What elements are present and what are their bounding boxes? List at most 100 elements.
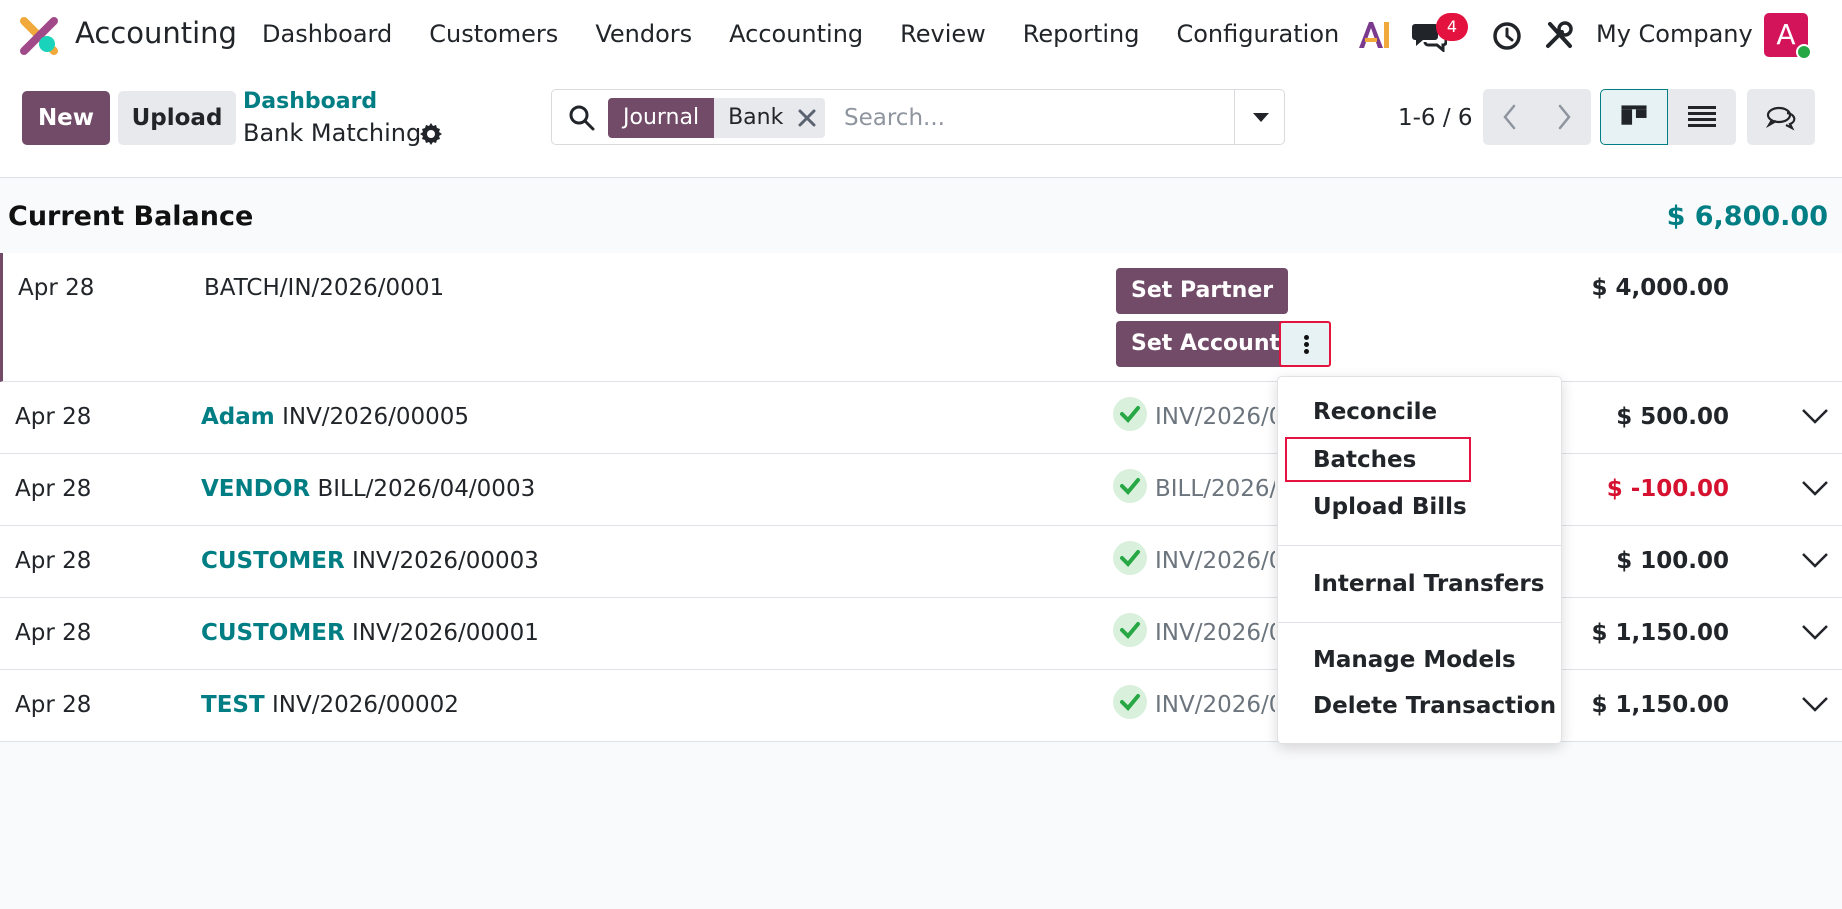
chatter-toggle-button[interactable] — [1747, 89, 1815, 145]
search-input[interactable] — [844, 100, 1264, 136]
check-icon — [1113, 541, 1147, 575]
transaction-row[interactable]: Apr 28 TEST INV/2026/00002 INV/2026/0000… — [0, 670, 1842, 742]
more-actions-button[interactable] — [1279, 321, 1331, 367]
transaction-amount: $ 1,150.00 — [1591, 692, 1729, 718]
transaction-reference: INV/2026/00005 — [282, 404, 469, 430]
activity-clock-icon[interactable] — [1492, 21, 1522, 51]
check-icon — [1113, 397, 1147, 431]
transaction-date: Apr 28 — [15, 620, 92, 646]
ai-icon[interactable] — [1357, 20, 1391, 50]
menu-customers[interactable]: Customers — [429, 20, 558, 48]
menu-item-internal-transfers[interactable]: Internal Transfers — [1313, 571, 1544, 597]
transaction-row[interactable]: Apr 28 CUSTOMER INV/2026/00003 INV/2026/… — [0, 526, 1842, 598]
transaction-label: Adam INV/2026/00005 — [201, 404, 469, 430]
dropdown-divider — [1278, 545, 1561, 546]
transaction-date: Apr 28 — [15, 476, 92, 502]
balance-label: Current Balance — [8, 201, 254, 232]
menu-item-delete-transaction[interactable]: Delete Transaction — [1313, 693, 1556, 719]
transaction-reference: INV/2026/00001 — [351, 620, 539, 646]
accounting-app-logo-icon[interactable] — [20, 17, 58, 55]
search-options-toggle[interactable] — [1234, 90, 1285, 144]
transaction-row[interactable]: Apr 28 VENDOR BILL/2026/04/0003 BILL/202… — [0, 454, 1842, 526]
set-partner-button[interactable]: Set Partner — [1116, 268, 1289, 314]
page-title: Bank Matching — [243, 119, 422, 147]
transaction-label: TEST INV/2026/00002 — [201, 692, 459, 718]
transaction-amount: $ -100.00 — [1606, 476, 1729, 502]
transaction-label: BATCH/IN/2026/0001 — [204, 275, 445, 301]
transaction-row[interactable]: Apr 28 BATCH/IN/2026/0001 Set Partner Se… — [0, 253, 1842, 382]
more-actions-dropdown: Reconcile Batches Upload Bills Internal … — [1277, 376, 1562, 744]
transaction-label: CUSTOMER INV/2026/00003 — [201, 548, 539, 574]
transaction-amount: $ 4,000.00 — [1591, 275, 1729, 301]
check-icon — [1113, 469, 1147, 503]
main-menu: Dashboard Customers Vendors Accounting R… — [262, 20, 1376, 48]
transaction-list: Apr 28 BATCH/IN/2026/0001 Set Partner Se… — [0, 253, 1842, 742]
gear-icon[interactable] — [419, 122, 443, 146]
transaction-partner[interactable]: TEST — [201, 692, 265, 718]
transaction-reference: INV/2026/00003 — [351, 548, 539, 574]
transaction-row[interactable]: Apr 28 Adam INV/2026/00005 INV/2026/0000… — [0, 382, 1842, 454]
transaction-amount: $ 500.00 — [1616, 404, 1729, 430]
check-icon — [1113, 685, 1147, 719]
close-icon[interactable] — [797, 108, 817, 128]
matched-entry: BILL/2026/04/0003 — [1155, 476, 1275, 502]
kebab-dot — [1304, 349, 1309, 354]
chat-bubbles-icon — [1765, 106, 1796, 131]
chevron-down-icon[interactable] — [1800, 622, 1830, 642]
pager-value[interactable]: 1-6 / 6 — [1398, 105, 1473, 131]
facet-label: Journal — [608, 98, 715, 138]
transaction-partner[interactable]: CUSTOMER — [201, 620, 345, 646]
upload-button[interactable]: Upload — [118, 91, 236, 145]
balance-value: $ 6,800.00 — [1666, 201, 1828, 232]
transaction-date: Apr 28 — [15, 404, 92, 430]
pager-previous-button[interactable] — [1483, 89, 1537, 145]
transaction-partner[interactable]: Adam — [201, 404, 275, 430]
transaction-partner[interactable]: CUSTOMER — [201, 548, 345, 574]
transaction-date: Apr 28 — [15, 548, 92, 574]
search-icon[interactable] — [568, 104, 596, 132]
transaction-label: CUSTOMER INV/2026/00001 — [201, 620, 539, 646]
search-bar: Journal Bank — [551, 89, 1285, 145]
transaction-reference: INV/2026/00002 — [271, 692, 459, 718]
menu-item-manage-models[interactable]: Manage Models — [1313, 647, 1516, 673]
transaction-amount: $ 1,150.00 — [1591, 620, 1729, 646]
transaction-reference: BILL/2026/04/0003 — [317, 476, 536, 502]
set-account-button[interactable]: Set Account — [1116, 321, 1296, 367]
list-view-button[interactable] — [1668, 89, 1736, 145]
list-icon — [1688, 106, 1716, 127]
online-status-indicator — [1796, 44, 1812, 60]
chevron-down-icon[interactable] — [1800, 550, 1830, 570]
chevron-down-icon[interactable] — [1800, 478, 1830, 498]
pager-next-button[interactable] — [1537, 89, 1591, 145]
facet-value: Bank — [714, 98, 826, 138]
transaction-partner[interactable]: VENDOR — [201, 476, 310, 502]
menu-review[interactable]: Review — [900, 20, 986, 48]
menu-item-batches[interactable]: Batches — [1313, 447, 1416, 473]
menu-item-upload-bills[interactable]: Upload Bills — [1313, 494, 1467, 520]
notification-badge: 4 — [1436, 13, 1468, 41]
breadcrumb-dashboard-link[interactable]: Dashboard — [243, 89, 377, 114]
dropdown-divider — [1278, 622, 1561, 623]
app-name[interactable]: Accounting — [75, 16, 237, 50]
chevron-down-icon[interactable] — [1800, 406, 1830, 426]
search-facet-journal: Journal Bank — [608, 98, 826, 138]
transaction-label: VENDOR BILL/2026/04/0003 — [201, 476, 535, 502]
top-navbar: Accounting Dashboard Customers Vendors A… — [0, 0, 1842, 72]
transaction-row[interactable]: Apr 28 CUSTOMER INV/2026/00001 INV/2026/… — [0, 598, 1842, 670]
menu-item-reconcile[interactable]: Reconcile — [1313, 399, 1437, 425]
transaction-amount: $ 100.00 — [1616, 548, 1729, 574]
chevron-down-icon[interactable] — [1800, 694, 1830, 714]
facet-value-text: Bank — [728, 105, 784, 130]
menu-accounting[interactable]: Accounting — [729, 20, 863, 48]
menu-dashboard[interactable]: Dashboard — [262, 20, 392, 48]
menu-reporting[interactable]: Reporting — [1023, 20, 1140, 48]
chevron-left-icon — [1503, 104, 1516, 130]
debug-tools-icon[interactable] — [1544, 20, 1574, 50]
company-switcher[interactable]: My Company — [1596, 20, 1753, 48]
menu-vendors[interactable]: Vendors — [595, 20, 692, 48]
new-button[interactable]: New — [22, 91, 110, 145]
matched-entry: INV/2026/00002 — [1155, 692, 1275, 718]
menu-configuration[interactable]: Configuration — [1176, 20, 1339, 48]
kebab-dot — [1304, 342, 1309, 347]
kanban-view-button[interactable] — [1600, 89, 1668, 145]
